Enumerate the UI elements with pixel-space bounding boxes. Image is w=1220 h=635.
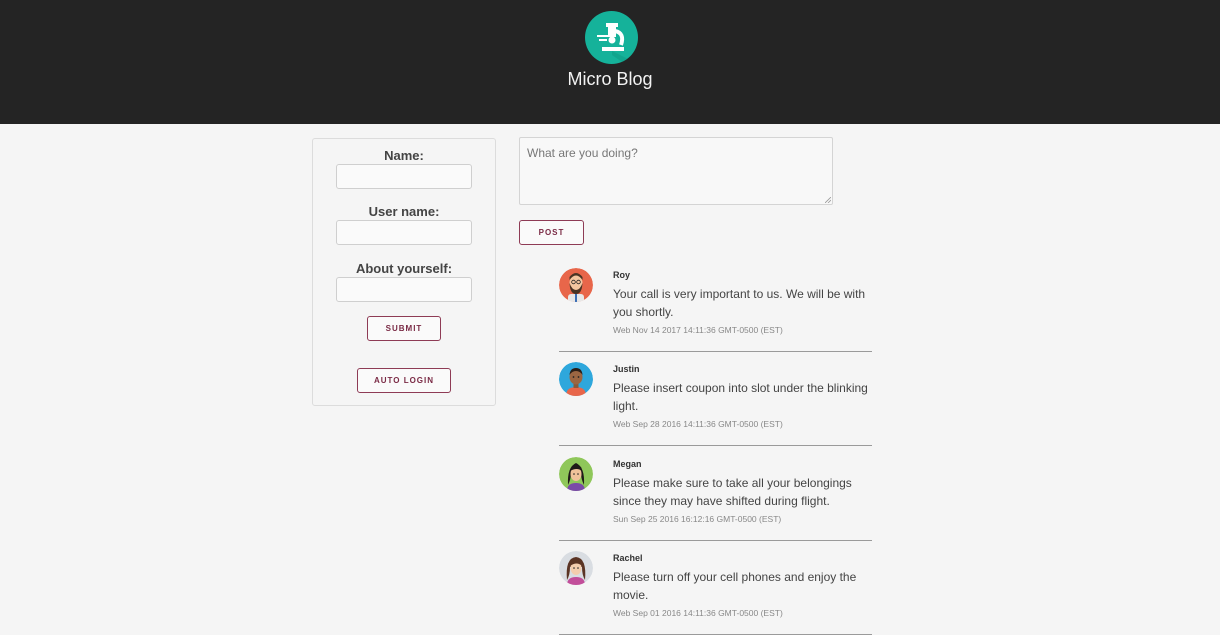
post-message: Please make sure to take all your belong… [613,476,852,508]
post-item: Rachel Please turn off your cell phones … [559,541,872,635]
post-button[interactable]: POST [519,220,584,245]
about-label: About yourself: [355,261,453,276]
app-header: Micro Blog [0,0,1220,124]
about-field[interactable] [336,277,472,302]
bearded-man-avatar-icon [559,268,593,302]
name-field[interactable] [336,164,472,189]
woman-dark-hair-avatar-icon [559,457,593,491]
post-author: Justin [613,364,640,374]
post-item: Megan Please make sure to take all your … [559,447,872,541]
man-avatar-icon [559,362,593,396]
post-timestamp: Web Sep 28 2016 14:11:36 GMT-0500 (EST) [613,419,783,429]
resize-grip-icon[interactable] [825,197,831,203]
username-label: User name: [368,204,440,219]
status-input[interactable] [519,137,833,205]
post-item: Justin Please insert coupon into slot un… [559,352,872,446]
post-message: Your call is very important to us. We wi… [613,287,866,319]
post-timestamp: Sun Sep 25 2016 16:12:16 GMT-0500 (EST) [613,514,782,524]
post-item: Roy Your call is very important to us. W… [559,258,872,352]
post-author: Roy [613,270,631,280]
post-message: Please turn off your cell phones and enj… [613,570,857,602]
profile-form: Name: User name: About yourself: SUBMIT … [312,138,496,406]
post-author: Rachel [613,553,643,563]
app-title: Micro Blog [567,69,653,89]
post-author: Megan [613,459,642,469]
name-label: Name: [384,148,424,163]
submit-button[interactable]: SUBMIT [367,316,441,341]
post-timestamp: Web Sep 01 2016 14:11:36 GMT-0500 (EST) [613,608,783,618]
microscope-icon [585,11,638,64]
username-field[interactable] [336,220,472,245]
post-timestamp: Web Nov 14 2017 14:11:36 GMT-0500 (EST) [613,325,783,335]
auto-login-button[interactable]: AUTO LOGIN [357,368,451,393]
post-message: Please insert coupon into slot under the… [613,381,868,413]
woman-brown-hair-avatar-icon [559,551,593,585]
